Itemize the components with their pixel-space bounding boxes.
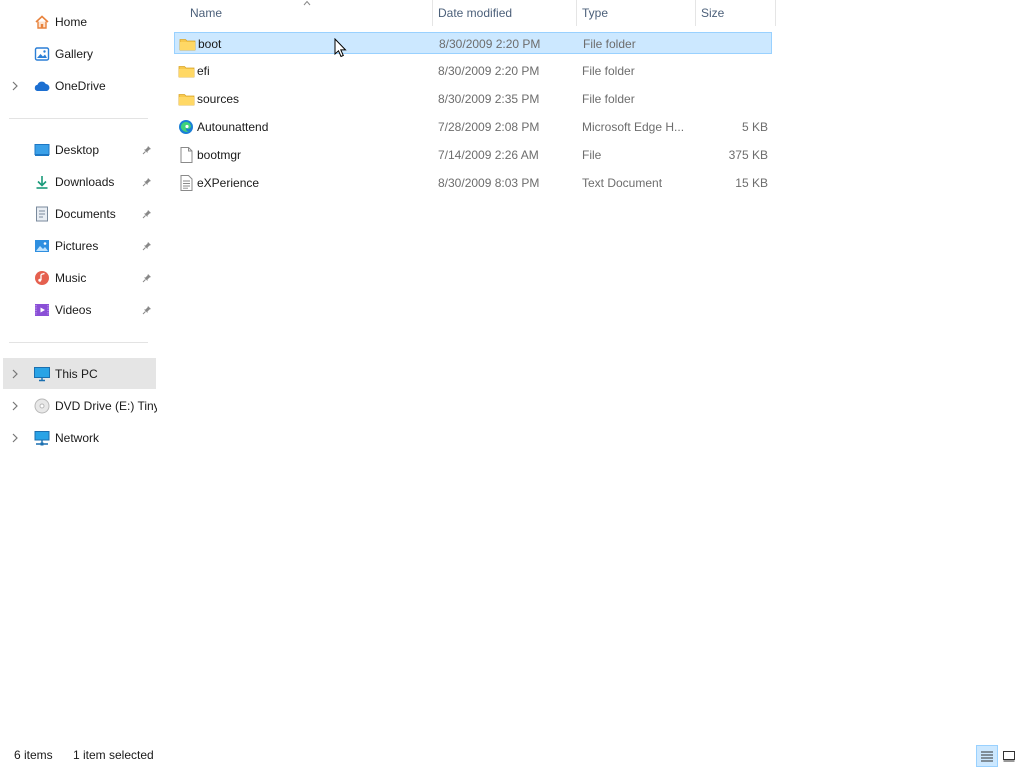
details-view-button[interactable] <box>976 745 998 767</box>
large-icons-view-button[interactable] <box>998 745 1020 767</box>
file-type: Text Document <box>582 176 663 190</box>
nav-item-videos[interactable]: Videos <box>0 296 156 324</box>
file-date-modified: 7/14/2009 2:26 AM <box>438 148 539 162</box>
home-icon <box>33 13 51 31</box>
music-icon <box>33 269 51 287</box>
navigation-pane: Home Gallery OneDrive Desktop Downloads <box>0 0 160 740</box>
text-file-icon <box>177 172 195 194</box>
nav-item-music[interactable]: Music <box>0 264 156 292</box>
status-item-count: 6 items <box>14 748 53 762</box>
details-view-icon <box>981 751 993 762</box>
pin-icon[interactable] <box>141 304 153 316</box>
nav-item-home[interactable]: Home <box>0 8 156 36</box>
file-name: boot <box>198 37 222 51</box>
nav-label: This PC <box>55 366 98 381</box>
file-size: 15 KB <box>735 176 768 190</box>
file-icon <box>177 144 195 166</box>
status-bar: 6 items 1 item selected <box>0 744 1024 768</box>
folder-icon <box>178 33 196 55</box>
pin-icon[interactable] <box>141 208 153 220</box>
nav-label: Videos <box>55 303 92 317</box>
network-icon <box>33 429 51 447</box>
folder-icon <box>177 88 195 110</box>
file-row-boot[interactable]: boot 8/30/2009 2:20 PM File folder <box>174 32 772 54</box>
nav-item-desktop[interactable]: Desktop <box>0 136 156 164</box>
column-header-size[interactable]: Size <box>695 0 775 26</box>
column-divider[interactable] <box>775 0 776 26</box>
file-type: Microsoft Edge H... <box>582 120 685 134</box>
file-size: 375 KB <box>728 148 768 162</box>
file-type: File folder <box>583 37 636 51</box>
sidebar-divider <box>9 342 148 343</box>
nav-label: Desktop <box>55 143 100 157</box>
column-header-name[interactable]: Name <box>184 0 432 26</box>
videos-icon <box>33 301 51 319</box>
chevron-right-icon[interactable] <box>10 369 20 379</box>
edge-icon <box>177 116 195 138</box>
nav-label: Gallery <box>55 47 94 61</box>
gallery-icon <box>33 45 51 63</box>
file-row-experience[interactable]: eXPerience 8/30/2009 8:03 PM Text Docume… <box>174 172 772 194</box>
chevron-right-icon[interactable] <box>10 433 20 443</box>
file-date-modified: 8/30/2009 2:20 PM <box>439 37 541 51</box>
pin-icon[interactable] <box>141 272 153 284</box>
nav-item-pictures[interactable]: Pictures <box>0 232 156 260</box>
column-header-date-modified[interactable]: Date modified <box>432 0 576 26</box>
file-size: 5 KB <box>741 120 768 134</box>
dvd-drive-icon <box>33 397 51 415</box>
file-type: File <box>582 148 602 162</box>
chevron-right-icon[interactable] <box>10 401 20 411</box>
column-header-row: Name Date modified Type Size <box>160 0 776 26</box>
file-row-bootmgr[interactable]: bootmgr 7/14/2009 2:26 AM File 375 KB <box>174 144 772 166</box>
pin-icon[interactable] <box>141 176 153 188</box>
file-type: File folder <box>582 92 635 106</box>
file-name: Autounattend <box>197 120 269 134</box>
nav-label: DVD Drive (E:) TinyXP <box>55 399 157 413</box>
file-name: bootmgr <box>197 148 242 162</box>
nav-label: Documents <box>55 207 116 221</box>
column-header-type[interactable]: Type <box>576 0 695 26</box>
folder-icon <box>177 60 195 82</box>
nav-item-dvd-drive[interactable]: DVD Drive (E:) TinyXP <box>0 392 157 420</box>
pin-icon[interactable] <box>141 240 153 252</box>
file-row-sources[interactable]: sources 8/30/2009 2:35 PM File folder <box>174 88 772 110</box>
pin-icon[interactable] <box>141 144 153 156</box>
file-date-modified: 7/28/2009 2:08 PM <box>438 120 540 134</box>
file-name: sources <box>197 92 240 106</box>
nav-item-downloads[interactable]: Downloads <box>0 168 156 196</box>
nav-item-network[interactable]: Network <box>0 424 156 452</box>
this-pc-icon <box>33 365 51 383</box>
nav-item-this-pc[interactable]: This PC <box>3 358 156 389</box>
nav-label: Network <box>55 431 100 445</box>
nav-item-documents[interactable]: Documents <box>0 200 156 228</box>
onedrive-icon <box>33 77 51 95</box>
file-date-modified: 8/30/2009 8:03 PM <box>438 176 540 190</box>
pictures-icon <box>33 237 51 255</box>
file-date-modified: 8/30/2009 2:20 PM <box>438 64 540 78</box>
nav-item-gallery[interactable]: Gallery <box>0 40 156 68</box>
large-icons-view-icon <box>1003 751 1015 762</box>
nav-label: Downloads <box>55 175 115 189</box>
documents-icon <box>33 205 51 223</box>
file-row-autounattend[interactable]: Autounattend 7/28/2009 2:08 PM Microsoft… <box>174 116 772 138</box>
file-name: efi <box>197 64 210 78</box>
status-selection-count: 1 item selected <box>73 748 154 762</box>
nav-label: Music <box>55 271 87 285</box>
nav-label: Pictures <box>55 239 99 253</box>
nav-item-onedrive[interactable]: OneDrive <box>0 72 156 100</box>
chevron-right-icon[interactable] <box>10 81 20 91</box>
nav-label: Home <box>55 15 88 29</box>
file-type: File folder <box>582 64 635 78</box>
file-date-modified: 8/30/2009 2:35 PM <box>438 92 540 106</box>
file-name: eXPerience <box>197 176 260 190</box>
downloads-icon <box>33 173 51 191</box>
desktop-icon <box>33 141 51 159</box>
file-row-efi[interactable]: efi 8/30/2009 2:20 PM File folder <box>174 60 772 82</box>
mouse-cursor-icon <box>334 38 347 58</box>
sidebar-divider <box>9 118 148 119</box>
nav-label: OneDrive <box>55 79 106 93</box>
